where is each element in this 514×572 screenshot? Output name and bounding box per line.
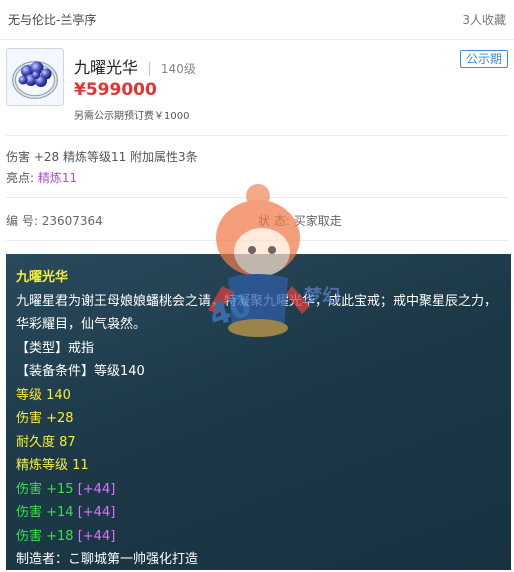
maker-line: 制造者：こ聊城第一帅强化打造	[16, 552, 199, 567]
divider	[6, 135, 508, 136]
status-row: 状 态: 买家取走	[258, 212, 342, 229]
added-attr-bonus: [+44]	[77, 481, 116, 497]
added-attr-2: 伤害 +14 [+44]	[16, 501, 501, 525]
public-period-badge: 公示期	[459, 50, 508, 68]
status-value: 买家取走	[293, 214, 342, 228]
extra-fee-note: 另需公示期预订费￥1000	[74, 111, 190, 122]
stat-level: 等级 140	[16, 387, 71, 403]
id-value: 23607364	[41, 214, 103, 228]
divider	[6, 197, 508, 198]
item-level: 140级	[160, 62, 196, 76]
highlight-row: 亮点: 精炼11	[6, 169, 77, 186]
item-title-row: 九曜光华 | 140级	[74, 54, 196, 78]
title-separator: |	[147, 61, 152, 77]
item-id-row: 编 号: 23607364	[6, 212, 103, 229]
divider	[6, 240, 508, 241]
added-attr-bonus: [+44]	[77, 528, 116, 544]
attribute-summary: 伤害 +28 精炼等级11 附加属性3条	[6, 150, 198, 164]
detail-title: 九曜光华	[16, 270, 69, 285]
added-attr-value: 伤害 +14	[16, 505, 74, 520]
item-price: ¥599000	[74, 80, 157, 100]
added-attr-3: 伤害 +18 [+44]	[16, 525, 501, 549]
header-bar: 无与伦比-兰亭序 3人收藏	[0, 0, 514, 40]
item-name[interactable]: 九曜光华	[74, 58, 138, 77]
highlight-label: 亮点:	[6, 171, 35, 185]
ring-item-icon[interactable]	[6, 48, 64, 106]
detail-requirement: 【装备条件】等级140	[16, 364, 145, 379]
favorites-count[interactable]: 3人收藏	[462, 11, 506, 28]
added-attr-1: 伤害 +15 [+44]	[16, 478, 501, 502]
added-attr-value: 伤害 +18	[16, 528, 74, 544]
stat-refine: 精炼等级 11	[16, 458, 89, 473]
stat-durability: 耐久度 87	[16, 434, 76, 450]
item-detail-panel: 九曜光华 九曜星君为谢王母娘娘蟠桃会之请，特凝聚九曜光华，成此宝戒；戒中聚星辰之…	[6, 254, 511, 570]
status-label: 状 态:	[258, 214, 290, 228]
detail-type: 【类型】戒指	[16, 340, 95, 356]
server-name: 无与伦比-兰亭序	[8, 13, 97, 27]
item-card: 九曜光华 | 140级 ¥599000 另需公示期预订费￥1000 公示期	[0, 41, 514, 131]
added-attr-value: 伤害 +15	[16, 481, 74, 497]
added-attr-bonus: [+44]	[77, 505, 116, 520]
stat-damage: 伤害 +28	[16, 411, 74, 426]
detail-description: 九曜星君为谢王母娘娘蟠桃会之请，特凝聚九曜光华，成此宝戒；戒中聚星辰之力，华彩耀…	[16, 293, 498, 333]
highlight-value: 精炼11	[37, 171, 78, 185]
id-label: 编 号:	[6, 214, 38, 228]
